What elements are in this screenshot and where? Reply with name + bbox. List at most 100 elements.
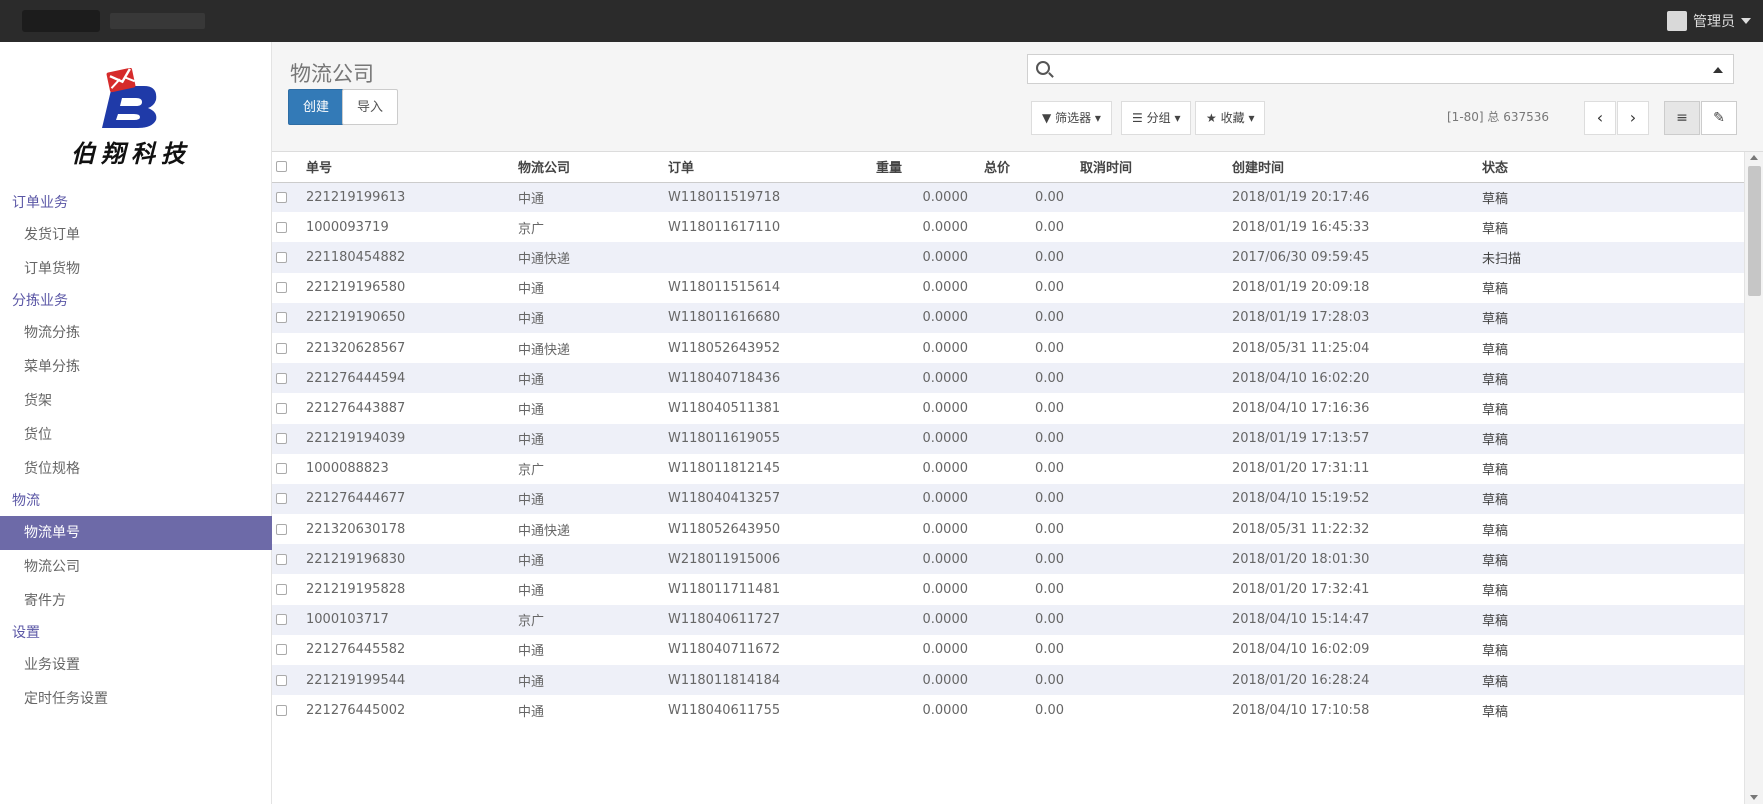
column-header-tracking-no[interactable]: 单号 <box>302 152 514 183</box>
checkbox[interactable] <box>276 493 287 505</box>
row-checkbox[interactable] <box>272 514 302 545</box>
sidebar-item-tracking-numbers[interactable]: 物流单号 <box>0 516 272 550</box>
table-row[interactable]: 221320630178 中通快递 W118052643950 0.0000 0.00 2… <box>272 514 1744 545</box>
sidebar-item-locations[interactable]: 货位 <box>0 418 272 452</box>
scroll-up-arrow-icon[interactable] <box>1750 155 1758 160</box>
column-header-weight[interactable]: 重量 <box>872 152 980 183</box>
row-checkbox[interactable] <box>272 423 302 454</box>
sidebar-item-location-specs[interactable]: 货位规格 <box>0 452 272 486</box>
table-row[interactable]: 221219194039 中通 W118011619055 0.0000 0.00 201… <box>272 423 1744 454</box>
column-header-status[interactable]: 状态 <box>1478 152 1744 183</box>
row-checkbox[interactable] <box>272 634 302 665</box>
table-row[interactable]: 221180454882 中通快递 0.0000 0.00 2017/06/30 09:… <box>272 242 1744 273</box>
cell-company: 京广 <box>514 453 664 484</box>
checkbox[interactable] <box>276 644 287 656</box>
column-header-create-time[interactable]: 创建时间 <box>1228 152 1478 183</box>
row-checkbox[interactable] <box>272 483 302 515</box>
checkbox[interactable] <box>276 282 287 294</box>
row-checkbox[interactable] <box>272 544 302 575</box>
checkbox[interactable] <box>276 674 287 686</box>
checkbox[interactable] <box>276 402 287 414</box>
row-checkbox[interactable] <box>272 242 302 273</box>
table-row[interactable]: 1000093719 京广 W118011617110 0.0000 0.00 2018/… <box>272 212 1744 243</box>
scroll-down-arrow-icon[interactable] <box>1750 795 1758 800</box>
row-checkbox[interactable] <box>272 604 302 635</box>
pager-value[interactable]: [1-80] 总 637536 <box>1447 108 1549 125</box>
table-row[interactable]: 221320628567 中通快递 W118052643952 0.0000 0.00 2… <box>272 332 1744 364</box>
form-view-button[interactable]: ✎ <box>1701 101 1737 135</box>
table-row[interactable]: 221276443887 中通 W118040511381 0.0000 0.00 201… <box>272 393 1744 424</box>
sidebar-item-senders[interactable]: 寄件方 <box>0 584 272 618</box>
table-row[interactable]: 221219195828 中通 W118011711481 0.0000 0.00 201… <box>272 574 1744 605</box>
checkbox[interactable] <box>276 553 287 565</box>
chevron-up-icon[interactable] <box>1713 67 1723 73</box>
sidebar-item-order-goods[interactable]: 订单货物 <box>0 252 272 286</box>
checkbox[interactable] <box>276 191 287 203</box>
create-button[interactable]: 创建 <box>288 89 345 125</box>
sidebar-item-shelves[interactable]: 货架 <box>0 384 272 418</box>
row-checkbox[interactable] <box>272 332 302 364</box>
sidebar-item-business-settings[interactable]: 业务设置 <box>0 648 272 682</box>
scrollbar-thumb[interactable] <box>1748 166 1761 296</box>
checkbox[interactable] <box>276 251 287 263</box>
import-button[interactable]: 导入 <box>342 89 399 125</box>
table-row[interactable]: 221276445002 中通 W118040611755 0.0000 0.00 201… <box>272 695 1744 726</box>
row-checkbox[interactable] <box>272 212 302 243</box>
checkbox[interactable] <box>276 342 287 354</box>
column-header-cancel-time[interactable]: 取消时间 <box>1076 152 1228 183</box>
app-brand[interactable] <box>22 10 100 32</box>
app-menu-title[interactable] <box>110 13 205 29</box>
row-checkbox[interactable] <box>272 272 302 303</box>
row-checkbox[interactable] <box>272 695 302 726</box>
row-checkbox[interactable] <box>272 363 302 394</box>
row-checkbox[interactable] <box>272 302 302 333</box>
column-header-total[interactable]: 总价 <box>980 152 1076 183</box>
sidebar-item-menu-sorting[interactable]: 菜单分拣 <box>0 350 272 384</box>
table-row[interactable]: 1000103717 京广 W118040611727 0.0000 0.00 2018/… <box>272 604 1744 635</box>
table-row[interactable]: 221276444677 中通 W118040413257 0.0000 0.00 201… <box>272 483 1744 515</box>
checkbox[interactable] <box>276 433 287 445</box>
checkbox[interactable] <box>276 584 287 596</box>
list-view-button[interactable]: ≡ <box>1664 101 1700 135</box>
cell-cancel-time <box>1076 363 1228 394</box>
table-row[interactable]: 1000088823 京广 W118011812145 0.0000 0.00 2018/… <box>272 453 1744 484</box>
group-by-dropdown[interactable]: ☰ 分组 ▾ <box>1121 101 1192 135</box>
vertical-scrollbar[interactable] <box>1744 152 1763 804</box>
table-row[interactable]: 221219199613 中通 W118011519718 0.0000 0.00 201… <box>272 182 1744 213</box>
table-row[interactable]: 221219199544 中通 W118011814184 0.0000 0.00 201… <box>272 665 1744 696</box>
table-row[interactable]: 221276444594 中通 W118040718436 0.0000 0.00 201… <box>272 363 1744 394</box>
favorites-dropdown[interactable]: ★ 收藏 ▾ <box>1195 101 1266 135</box>
search-input[interactable] <box>1058 59 1688 79</box>
row-checkbox[interactable] <box>272 453 302 484</box>
checkbox[interactable] <box>276 221 287 233</box>
table-row[interactable]: 221219190650 中通 W118011616680 0.0000 0.00 201… <box>272 302 1744 333</box>
cell-tracking-no: 221276445582 <box>302 634 514 665</box>
table-row[interactable]: 221219196830 中通 W218011915006 0.0000 0.00 201… <box>272 544 1744 575</box>
pager-next-button[interactable]: › <box>1617 101 1649 135</box>
table-row[interactable]: 221276445582 中通 W118040711672 0.0000 0.00 201… <box>272 634 1744 665</box>
checkbox[interactable] <box>276 312 287 324</box>
filter-dropdown[interactable]: ▼ 筛选器 ▾ <box>1031 101 1112 135</box>
column-header-order[interactable]: 订单 <box>664 152 872 183</box>
cell-weight: 0.0000 <box>872 272 980 303</box>
cell-weight: 0.0000 <box>872 453 980 484</box>
row-checkbox[interactable] <box>272 665 302 696</box>
user-menu[interactable]: 管理员 <box>1667 10 1751 32</box>
row-checkbox[interactable] <box>272 393 302 424</box>
sidebar-item-ship-orders[interactable]: 发货订单 <box>0 218 272 252</box>
checkbox[interactable] <box>276 704 287 716</box>
sidebar-item-logistics-companies[interactable]: 物流公司 <box>0 550 272 584</box>
sidebar-item-scheduled-tasks[interactable]: 定时任务设置 <box>0 682 272 716</box>
column-header-company[interactable]: 物流公司 <box>514 152 664 183</box>
checkbox[interactable] <box>276 372 287 384</box>
row-checkbox[interactable] <box>272 182 302 213</box>
select-all-checkbox[interactable] <box>272 152 302 183</box>
checkbox[interactable] <box>276 463 287 475</box>
checkbox[interactable] <box>276 523 287 535</box>
table-row[interactable]: 221219196580 中通 W118011515614 0.0000 0.00 201… <box>272 272 1744 303</box>
row-checkbox[interactable] <box>272 574 302 605</box>
favorites-label: 收藏 <box>1220 111 1245 125</box>
checkbox[interactable] <box>276 614 287 626</box>
sidebar-item-logistics-sorting[interactable]: 物流分拣 <box>0 316 272 350</box>
pager-previous-button[interactable]: ‹ <box>1584 101 1616 135</box>
